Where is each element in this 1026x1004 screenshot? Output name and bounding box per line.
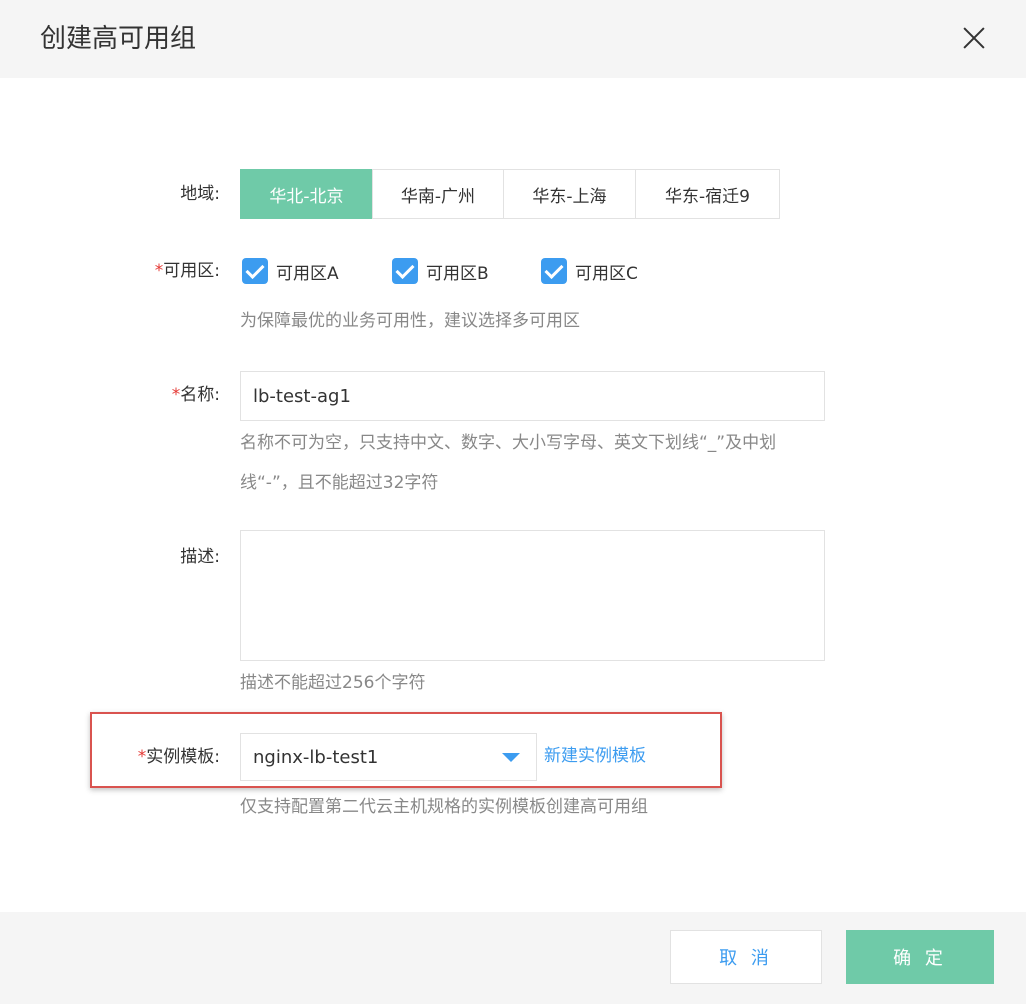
region-option-south-guangzhou[interactable]: 华南-广州 [372,169,504,219]
name-label: *名称: [171,385,220,405]
zone-c-checkbox[interactable]: 可用区C [541,256,638,286]
description-textarea[interactable] [240,530,825,661]
region-option-east-suqian9[interactable]: 华东-宿迁9 [635,169,780,219]
template-select-value: nginx-lb-test1 [253,746,379,768]
dialog-title: 创建高可用组 [40,24,197,54]
region-label: 地域: [180,184,220,204]
zone-c-label: 可用区C [575,263,638,284]
template-label: *实例模板: [137,747,220,767]
zone-b-label: 可用区B [426,263,489,284]
checkmark-icon [392,258,418,284]
zone-label: *可用区: [154,261,220,281]
region-option-north-beijing[interactable]: 华北-北京 [240,169,373,219]
create-template-link[interactable]: 新建实例模板 [544,742,646,770]
checkmark-icon [541,258,567,284]
dialog-header: 创建高可用组 [0,0,1026,78]
description-hint: 描述不能超过256个字符 [240,673,426,693]
name-input[interactable] [240,371,825,421]
zone-b-checkbox[interactable]: 可用区B [392,256,489,286]
cancel-button[interactable]: 取 消 [670,930,822,984]
close-icon[interactable] [956,20,992,56]
template-hint: 仅支持配置第二代云主机规格的实例模板创建高可用组 [240,797,648,817]
checkmark-icon [242,258,268,284]
name-hint-line1: 名称不可为空，只支持中文、数字、大小写字母、英文下划线“_”及中划 [240,433,777,453]
caret-down-icon [502,753,520,762]
confirm-button[interactable]: 确 定 [846,930,994,984]
zone-hint: 为保障最优的业务可用性，建议选择多可用区 [240,311,580,331]
zone-a-label: 可用区A [276,263,339,284]
name-hint-line2: 线“-”，且不能超过32字符 [240,473,439,493]
zone-a-checkbox[interactable]: 可用区A [242,256,339,286]
description-label: 描述: [180,547,220,567]
template-select[interactable]: nginx-lb-test1 [240,733,537,781]
region-selector: 华北-北京 华南-广州 华东-上海 华东-宿迁9 [240,169,780,219]
create-availability-group-dialog: 创建高可用组 地域: 华北-北京 华南-广州 华东-上海 华东-宿迁9 *可用区… [0,0,1026,1004]
region-option-east-shanghai[interactable]: 华东-上海 [503,169,636,219]
